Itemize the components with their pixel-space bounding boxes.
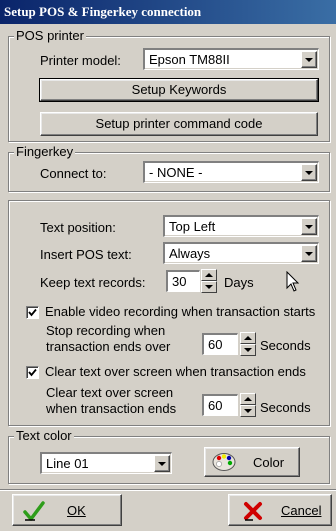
connect-to-select[interactable]: - NONE -	[143, 161, 319, 183]
clear-after-label-1: Clear text over screen	[46, 385, 174, 400]
stop-recording-label-2: transaction ends over	[46, 339, 171, 354]
stop-recording-unit: Seconds	[260, 338, 311, 353]
chevron-down-icon[interactable]	[301, 164, 317, 181]
setup-printer-command-button[interactable]: Setup printer command code	[40, 112, 318, 136]
text-position-select[interactable]: Top Left	[163, 215, 319, 237]
connect-to-label: Connect to:	[40, 166, 107, 181]
clear-text-checkbox[interactable]	[26, 366, 39, 379]
mouse-cursor-icon	[286, 271, 300, 292]
text-color-legend: Text color	[14, 428, 74, 443]
clear-after-input[interactable]: 60	[202, 394, 238, 416]
spin-up-icon[interactable]	[201, 269, 217, 281]
spin-down-icon[interactable]	[201, 281, 217, 293]
footer-separator	[0, 489, 336, 491]
stop-recording-label-1: Stop recording when	[46, 323, 166, 338]
printer-model-select[interactable]: Epson TM88II	[143, 48, 319, 70]
keep-text-records-input[interactable]: 30	[166, 270, 200, 292]
cancel-button-label: Cancel	[281, 503, 322, 518]
chevron-down-icon[interactable]	[301, 218, 317, 235]
text-position-label: Text position:	[40, 220, 116, 235]
fingerkey-legend: Fingerkey	[14, 144, 76, 159]
keep-days-unit: Days	[224, 275, 254, 290]
spin-down-icon[interactable]	[240, 344, 256, 356]
cancel-button[interactable]: Cancel	[228, 494, 332, 526]
connect-to-value: - NONE -	[149, 165, 203, 180]
insert-pos-text-value: Always	[169, 246, 211, 261]
text-color-line-select[interactable]: Line 01	[40, 452, 172, 474]
printer-model-value: Epson TM88II	[149, 52, 230, 67]
enable-video-label[interactable]: Enable video recording when transaction …	[45, 304, 315, 320]
spin-down-icon[interactable]	[240, 405, 256, 417]
checkmark-icon	[28, 368, 37, 377]
spin-up-icon[interactable]	[240, 393, 256, 405]
clear-after-spinner[interactable]	[240, 393, 256, 417]
window-title: Setup POS & Fingerkey connection	[0, 0, 336, 24]
enable-video-checkbox[interactable]	[26, 306, 39, 319]
color-button[interactable]: Color	[204, 447, 300, 477]
keep-text-records-label: Keep text records:	[40, 275, 146, 290]
stop-recording-value: 60	[208, 337, 223, 352]
ok-button[interactable]: OK	[12, 494, 122, 526]
checkmark-icon	[28, 308, 37, 317]
keep-text-records-spinner[interactable]	[201, 269, 217, 293]
clear-text-label[interactable]: Clear text over screen when transaction …	[45, 364, 306, 380]
ok-button-label: OK	[67, 503, 86, 518]
clear-after-label-2: when transaction ends	[46, 401, 177, 416]
cancel-x-icon	[244, 502, 262, 521]
color-button-label: Color	[253, 455, 285, 470]
pos-printer-legend: POS printer	[14, 28, 86, 43]
spin-up-icon[interactable]	[240, 332, 256, 344]
stop-recording-input[interactable]: 60	[202, 333, 238, 355]
chevron-down-icon[interactable]	[301, 51, 317, 68]
setup-keywords-button[interactable]: Setup Keywords	[39, 78, 319, 102]
insert-pos-text-select[interactable]: Always	[163, 242, 319, 264]
text-position-value: Top Left	[169, 219, 216, 234]
printer-model-label: Printer model:	[40, 53, 121, 68]
clear-after-value: 60	[208, 398, 223, 413]
stop-recording-spinner[interactable]	[240, 332, 256, 356]
palette-icon	[212, 453, 236, 471]
text-color-line-value: Line 01	[46, 456, 89, 471]
keep-text-records-value: 30	[172, 274, 187, 289]
checkmark-icon	[23, 501, 45, 521]
chevron-down-icon[interactable]	[301, 245, 317, 262]
chevron-down-icon[interactable]	[154, 455, 170, 472]
clear-after-unit: Seconds	[260, 400, 311, 415]
insert-pos-text-label: Insert POS text:	[40, 247, 132, 262]
